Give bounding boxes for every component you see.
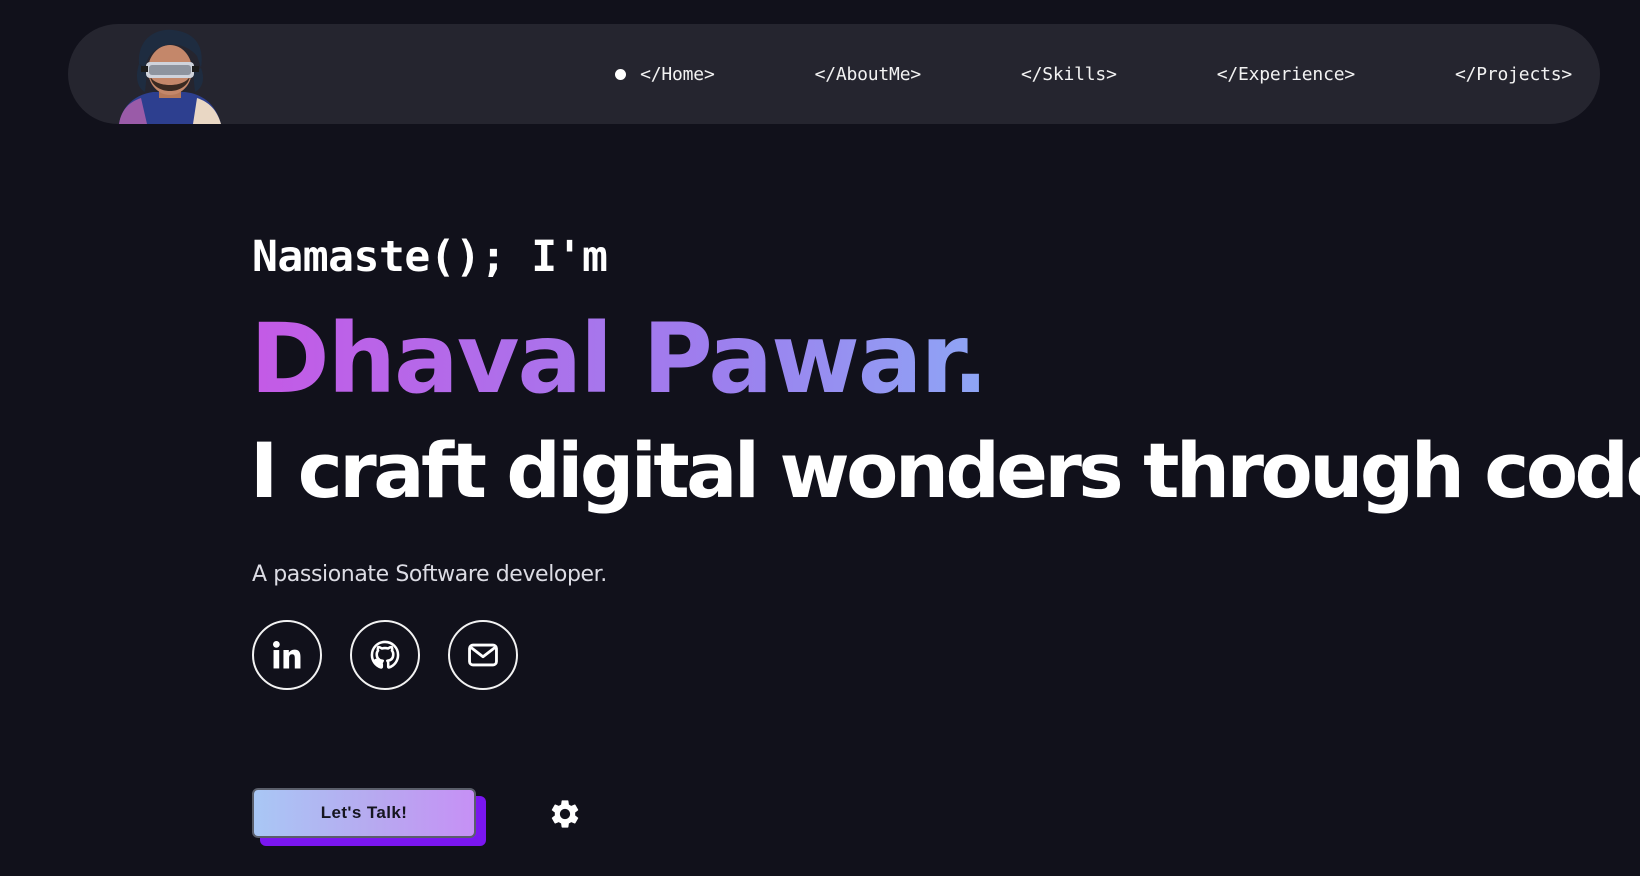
settings-button[interactable]	[548, 797, 582, 831]
hero-greeting: Namaste(); I'm	[252, 232, 608, 282]
github-button[interactable]	[350, 620, 420, 690]
github-icon	[370, 640, 400, 669]
navbar: </Home> </AboutMe> </Skills> </Experienc…	[68, 24, 1600, 124]
nav-links: </Home> </AboutMe> </Skills> </Experienc…	[615, 24, 1572, 124]
nav-link-home[interactable]: </Home>	[615, 63, 715, 85]
mail-icon	[468, 643, 498, 667]
nav-link-label: </Home>	[640, 63, 715, 85]
nav-link-label: </Experience>	[1216, 63, 1355, 85]
avatar[interactable]	[113, 28, 225, 124]
active-indicator-dot	[615, 68, 627, 80]
hero-tagline: I craft digital wonders through code.	[250, 426, 1640, 515]
nav-link-label: </AboutMe>	[814, 63, 922, 85]
nav-link-about-me[interactable]: </AboutMe>	[814, 63, 922, 85]
gear-icon	[551, 800, 579, 828]
nav-link-label: </Skills>	[1020, 63, 1117, 85]
nav-link-label: </Projects>	[1454, 63, 1572, 85]
lets-talk-button[interactable]: Let's Talk!	[252, 788, 476, 838]
cta-container: Let's Talk!	[252, 788, 486, 846]
email-button[interactable]	[448, 620, 518, 690]
hero-subtitle: A passionate Software developer.	[252, 562, 607, 587]
lets-talk-label: Let's Talk!	[320, 803, 408, 822]
linkedin-button[interactable]	[252, 620, 322, 690]
nav-link-skills[interactable]: </Skills>	[1021, 64, 1117, 85]
nav-link-projects[interactable]: </Projects>	[1455, 64, 1572, 85]
nav-link-experience[interactable]: </Experience>	[1217, 64, 1355, 85]
hero-name: Dhaval Pawar.	[250, 303, 989, 415]
social-links	[252, 620, 518, 690]
avatar-illustration	[119, 29, 221, 124]
linkedin-icon	[272, 640, 301, 669]
